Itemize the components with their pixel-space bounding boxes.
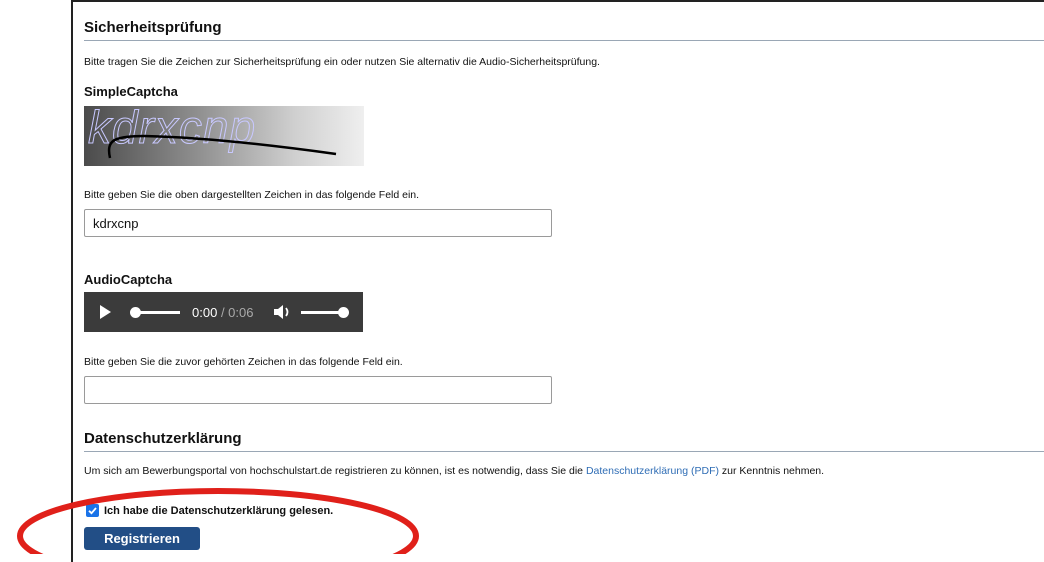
volume-slider-handle[interactable]: [338, 307, 349, 318]
register-button[interactable]: Registrieren: [84, 527, 200, 550]
volume-icon[interactable]: [272, 303, 292, 321]
audio-player: 0:00 / 0:06: [84, 292, 363, 332]
audio-duration: / 0:06: [220, 305, 254, 320]
security-intro-text: Bitte tragen Sie die Zeichen zur Sicherh…: [84, 56, 600, 68]
simple-captcha-input[interactable]: [84, 209, 552, 237]
privacy-checkbox[interactable]: [86, 504, 99, 517]
simple-captcha-instruction: Bitte geben Sie die oben dargestellten Z…: [84, 189, 420, 201]
simple-captcha-heading: SimpleCaptcha: [84, 84, 178, 99]
audio-captcha-heading: AudioCaptcha: [84, 272, 173, 287]
audio-captcha-input[interactable]: [84, 376, 552, 404]
security-section-title: Sicherheitsprüfung: [84, 19, 222, 36]
privacy-section-title: Datenschutzerklärung: [84, 430, 242, 447]
audio-time: 0:00 / 0:06: [192, 305, 253, 320]
privacy-text-after: zur Kenntnis nehmen.: [719, 465, 825, 477]
privacy-checkbox-label[interactable]: Ich habe die Datenschutzerklärung gelese…: [104, 505, 333, 517]
play-icon[interactable]: [100, 305, 111, 319]
privacy-text-before: Um sich am Bewerbungsportal von hochschu…: [84, 465, 586, 477]
privacy-policy-link[interactable]: Datenschutzerklärung (PDF): [586, 465, 719, 477]
privacy-text: Um sich am Bewerbungsportal von hochschu…: [84, 465, 824, 477]
checkmark-icon: [88, 507, 97, 515]
security-section-divider: [84, 40, 1044, 41]
captcha-noise-line: [107, 134, 337, 159]
form-frame: [71, 0, 1044, 562]
audio-progress-handle[interactable]: [130, 307, 141, 318]
captcha-image: kdrxcnp: [84, 106, 364, 166]
audio-current-time: 0:00: [192, 305, 218, 320]
audio-captcha-instruction: Bitte geben Sie die zuvor gehörten Zeich…: [84, 356, 403, 368]
privacy-section-divider: [84, 451, 1044, 452]
